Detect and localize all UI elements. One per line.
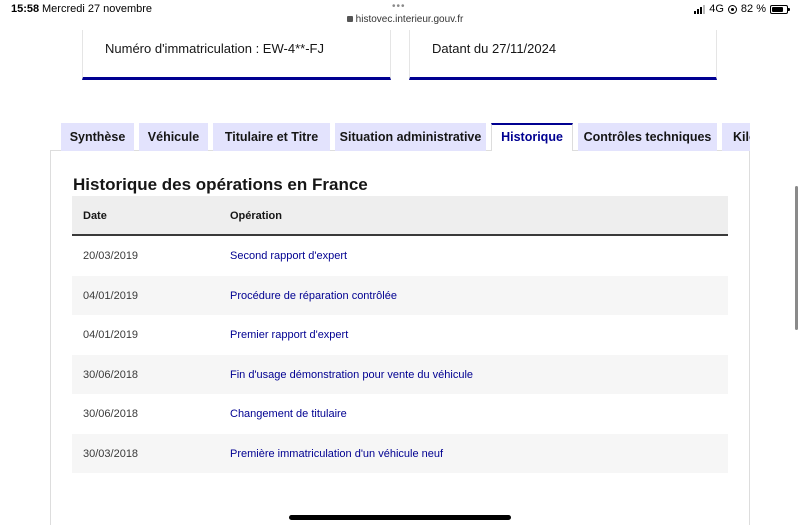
network-type: 4G — [709, 3, 724, 15]
tab-titulaire[interactable]: Titulaire et Titre — [213, 123, 330, 151]
table-header: Date Opération — [72, 196, 728, 236]
table-row: 30/06/2018 Fin d'usage démonstration pou… — [72, 354, 728, 394]
table-row: 30/03/2018 Première immatriculation d'un… — [72, 433, 728, 473]
address-bar[interactable]: histovec.interieur.gouv.fr — [345, 14, 465, 25]
row-operation-link[interactable]: Changement de titulaire — [230, 408, 347, 420]
header-date: Date — [83, 210, 107, 222]
tab-vehicule[interactable]: Véhicule — [139, 123, 208, 151]
table-row: 04/01/2019 Premier rapport d'expert — [72, 315, 728, 355]
scrollbar[interactable] — [795, 186, 798, 330]
row-operation-link[interactable]: Procédure de réparation contrôlée — [230, 290, 397, 302]
row-operation-link[interactable]: Premier rapport d'expert — [230, 329, 348, 341]
url-text: histovec.interieur.gouv.fr — [355, 14, 464, 25]
report-date: Datant du 27/11/2024 — [432, 41, 557, 56]
row-date: 30/03/2018 — [83, 447, 139, 460]
row-date: 30/06/2018 — [83, 408, 139, 420]
battery-percent: 82 % — [740, 3, 766, 15]
table-row: 04/01/2019 Procédure de réparation contr… — [72, 275, 728, 315]
row-operation-link[interactable]: Fin d'usage démonstration pour vente du … — [230, 369, 473, 381]
tab-situation-administrative[interactable]: Situation administrative — [335, 123, 486, 151]
status-time: 15:58 — [11, 3, 40, 15]
date-card: Datant du 27/11/2024 — [409, 30, 717, 80]
row-date: 04/01/2019 — [83, 329, 139, 341]
status-indicators: 4G 82 % — [694, 3, 790, 15]
row-date: 04/01/2019 — [83, 289, 139, 302]
tab-list: Synthèse Véhicule Titulaire et Titre Sit… — [61, 123, 750, 151]
table-row: 30/06/2018 Changement de titulaire — [72, 394, 728, 434]
signal-icon — [694, 4, 706, 14]
battery-icon — [770, 4, 790, 14]
section-title: Historique des opérations en France — [73, 175, 368, 194]
row-operation-link[interactable]: Second rapport d'expert — [230, 250, 347, 262]
status-date: Mercredi 27 novembre — [42, 3, 153, 15]
row-operation-link[interactable]: Première immatriculation d'un véhicule n… — [230, 448, 443, 460]
operations-table: Date Opération 20/03/2019 Second rapport… — [72, 196, 728, 473]
row-date: 20/03/2019 — [83, 250, 139, 262]
table-row: 20/03/2019 Second rapport d'expert — [72, 236, 728, 276]
tab-historique[interactable]: Historique — [491, 123, 573, 151]
row-date: 30/06/2018 — [83, 368, 139, 381]
tab-synthese[interactable]: Synthèse — [61, 123, 134, 151]
home-indicator[interactable] — [289, 515, 511, 520]
registration-number: Numéro d'immatriculation : EW-4**-FJ — [105, 41, 324, 56]
location-icon — [727, 4, 737, 14]
lock-icon — [346, 16, 353, 22]
tab-kilometrage[interactable]: Kilo — [722, 123, 750, 151]
header-operation: Opération — [230, 210, 282, 222]
tab-controles-techniques[interactable]: Contrôles techniques — [578, 123, 717, 151]
status-bar: 15:58 Mercredi 27 novembre ••• histovec.… — [0, 0, 800, 30]
more-dots-icon[interactable]: ••• — [392, 1, 406, 12]
registration-card: Numéro d'immatriculation : EW-4**-FJ — [82, 30, 391, 80]
